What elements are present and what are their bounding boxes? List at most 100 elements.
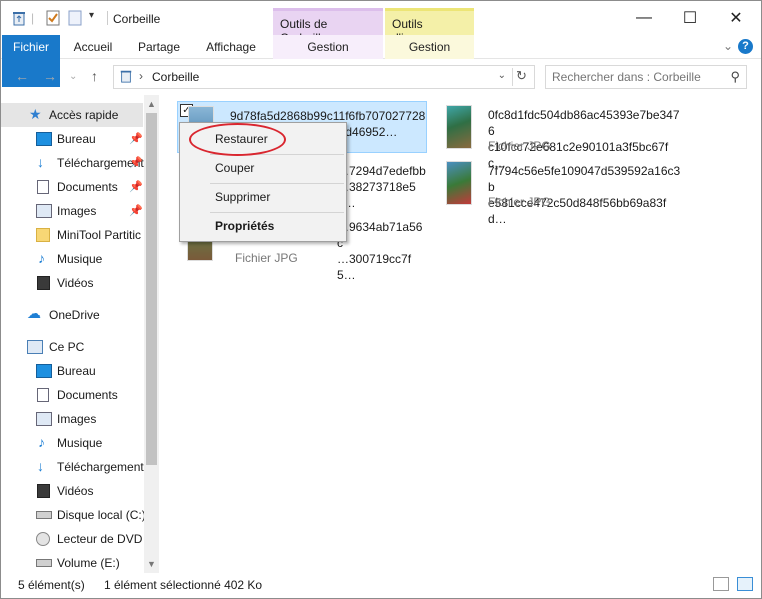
selection-info: 1 élément sélectionné 402 Ko xyxy=(104,578,263,592)
thumbnail-image xyxy=(446,105,472,149)
back-arrow-icon[interactable]: ← xyxy=(15,68,29,84)
file-item[interactable]: 7f794c56e5fe109047d539592a16c3b e581cce4… xyxy=(436,157,686,226)
sidebar-item-pc-documents[interactable]: Documents xyxy=(1,383,143,407)
videos-icon xyxy=(37,276,50,290)
file-type: Fichier JPG xyxy=(488,139,551,153)
sidebar-item-label: Documents xyxy=(57,388,118,402)
sidebar-item-images[interactable]: Images 📌 xyxy=(1,199,143,223)
images-icon xyxy=(36,412,52,426)
file-name: …9634ab71a56c …300719cc7f5… xyxy=(337,219,427,283)
sidebar-item-label: OneDrive xyxy=(49,308,100,322)
sidebar-item-label: Disque local (C:) xyxy=(57,508,146,522)
dvd-icon xyxy=(36,532,50,546)
videos-icon xyxy=(37,484,50,498)
sidebar-item-videos[interactable]: Vidéos xyxy=(1,271,143,295)
status-bar: 5 élément(s) 1 élément sélectionné 402 K… xyxy=(1,573,761,598)
tab-gestion-image[interactable]: Gestion xyxy=(385,35,474,59)
sidebar-item-volume-e[interactable]: Volume (E:) xyxy=(1,551,143,573)
pin-icon[interactable]: 📌 xyxy=(129,180,143,193)
new-folder-icon[interactable] xyxy=(67,10,83,26)
recycle-bin-icon[interactable] xyxy=(11,10,27,26)
large-icons-view-icon[interactable] xyxy=(737,577,753,591)
sidebar-item-pc-musique[interactable]: ♪ Musique xyxy=(1,431,143,455)
sidebar-item-acces-rapide[interactable]: ★ Accès rapide xyxy=(1,103,143,127)
file-item[interactable]: 0fc8d1fdc504db86ac45393e7be3476 c10fcc72… xyxy=(436,101,686,170)
sidebar-item-label: Images xyxy=(57,204,97,218)
close-button[interactable]: ✕ xyxy=(713,1,759,35)
sidebar-item-onedrive[interactable]: ☁ OneDrive xyxy=(1,303,143,327)
recycle-bin-icon xyxy=(120,70,132,83)
sidebar-item-minitool[interactable]: MiniTool Partitic xyxy=(1,223,143,247)
sidebar-item-musique[interactable]: ♪ Musique xyxy=(1,247,143,271)
sidebar-item-label: Accès rapide xyxy=(49,108,119,122)
sidebar-item-ce-pc[interactable]: Ce PC xyxy=(1,335,143,359)
sidebar-item-disque-c[interactable]: Disque local (C:) xyxy=(1,503,146,527)
sidebar-item-pc-videos[interactable]: Vidéos xyxy=(1,479,143,503)
forward-arrow-icon[interactable]: → xyxy=(43,68,57,84)
menu-separator xyxy=(210,212,344,213)
ribbon-expand-chevron-icon[interactable]: ⌄ xyxy=(723,39,733,53)
sidebar-item-label: Documents xyxy=(57,180,118,194)
sidebar-item-label: Vidéos xyxy=(57,484,94,498)
search-icon[interactable]: ⚲ xyxy=(730,69,740,85)
minimize-button[interactable]: — xyxy=(621,1,667,35)
up-arrow-icon[interactable]: ↑ xyxy=(91,68,98,84)
breadcrumb-separator-icon[interactable]: › xyxy=(139,69,143,83)
details-view-icon[interactable] xyxy=(713,577,729,591)
file-name-line: …300719cc7f5… xyxy=(337,252,412,282)
scroll-up-icon[interactable]: ▲ xyxy=(147,99,156,109)
sidebar-item-pc-bureau[interactable]: Bureau xyxy=(1,359,143,383)
address-bar[interactable]: › Corbeille ⌄ ↻ xyxy=(113,65,535,89)
tab-affichage[interactable]: Affichage xyxy=(199,35,263,59)
context-tab-recycle-tools[interactable]: Outils de Corbeille xyxy=(273,8,383,45)
menu-item-supprimer[interactable]: Supprimer xyxy=(181,185,345,209)
sidebar-item-pc-images[interactable]: Images xyxy=(1,407,143,431)
highlight-circle xyxy=(189,123,286,156)
search-box[interactable]: ⚲ xyxy=(545,65,747,89)
address-dropdown-chevron-icon[interactable]: ⌄ xyxy=(498,70,506,81)
customize-qa-chevron-icon[interactable]: ▾ xyxy=(89,10,94,21)
context-tab-recycle-gestion-bg: Gestion xyxy=(273,35,383,59)
context-tab-image-tools[interactable]: Outils d'image xyxy=(385,8,474,45)
file-name-line: …7294d7edefbb xyxy=(337,164,426,178)
desktop-icon xyxy=(36,132,52,146)
sidebar-item-label: Bureau xyxy=(57,132,96,146)
recent-locations-chevron-icon[interactable]: ⌄ xyxy=(69,71,77,82)
tab-partage[interactable]: Partage xyxy=(131,35,187,59)
pin-icon[interactable]: 📌 xyxy=(129,204,143,217)
scroll-down-icon[interactable]: ▼ xyxy=(147,559,156,569)
pin-icon[interactable]: 📌 xyxy=(129,156,143,169)
tab-gestion-recycle[interactable]: Gestion xyxy=(273,35,383,59)
explorer-window: | ▾ Corbeille Outils de Corbeille Outils… xyxy=(0,0,762,599)
search-input[interactable] xyxy=(552,69,722,85)
sidebar-item-pc-telechargement[interactable]: ↓ Téléchargement xyxy=(1,455,144,479)
title-separator xyxy=(107,11,108,25)
menu-separator xyxy=(210,183,344,184)
maximize-button[interactable]: ☐ xyxy=(667,1,713,35)
ribbon-tabs: Fichier Accueil Partage Affichage Gestio… xyxy=(1,35,761,87)
sidebar-item-label: MiniTool Partitic xyxy=(57,228,142,242)
navigation-bar: ← → ⌄ ↑ › Corbeille ⌄ ↻ ⚲ xyxy=(1,60,761,94)
properties-icon[interactable] xyxy=(45,10,61,26)
folder-icon xyxy=(36,228,50,242)
sidebar-item-documents[interactable]: Documents 📌 xyxy=(1,175,143,199)
help-icon[interactable]: ? xyxy=(738,39,753,54)
music-icon: ♪ xyxy=(38,250,45,266)
pin-icon[interactable]: 📌 xyxy=(129,132,143,145)
navigation-pane: ★ Accès rapide Bureau 📌 ↓ Téléchargement… xyxy=(1,95,159,573)
scrollbar-thumb[interactable] xyxy=(146,113,157,465)
menu-item-couper[interactable]: Couper xyxy=(181,156,345,180)
sidebar-item-dvd[interactable]: Lecteur de DVD ( xyxy=(1,527,150,551)
sidebar-item-telechargements[interactable]: ↓ Téléchargements 📌 xyxy=(1,151,150,175)
file-name-line: …9634ab71a56c xyxy=(337,220,423,250)
menu-item-proprietes[interactable]: Propriétés xyxy=(181,214,345,238)
cloud-icon: ☁ xyxy=(27,305,41,321)
refresh-icon[interactable]: ↻ xyxy=(512,68,530,86)
breadcrumb-corbeille[interactable]: Corbeille xyxy=(152,70,199,84)
item-count: 5 élément(s) xyxy=(18,578,85,592)
sidebar-item-bureau[interactable]: Bureau 📌 xyxy=(1,127,143,151)
sidebar-item-label: Bureau xyxy=(57,364,96,378)
sidebar-scrollbar[interactable]: ▲ ▼ xyxy=(144,95,159,573)
tab-accueil[interactable]: Accueil xyxy=(67,35,119,59)
documents-icon xyxy=(37,180,49,194)
